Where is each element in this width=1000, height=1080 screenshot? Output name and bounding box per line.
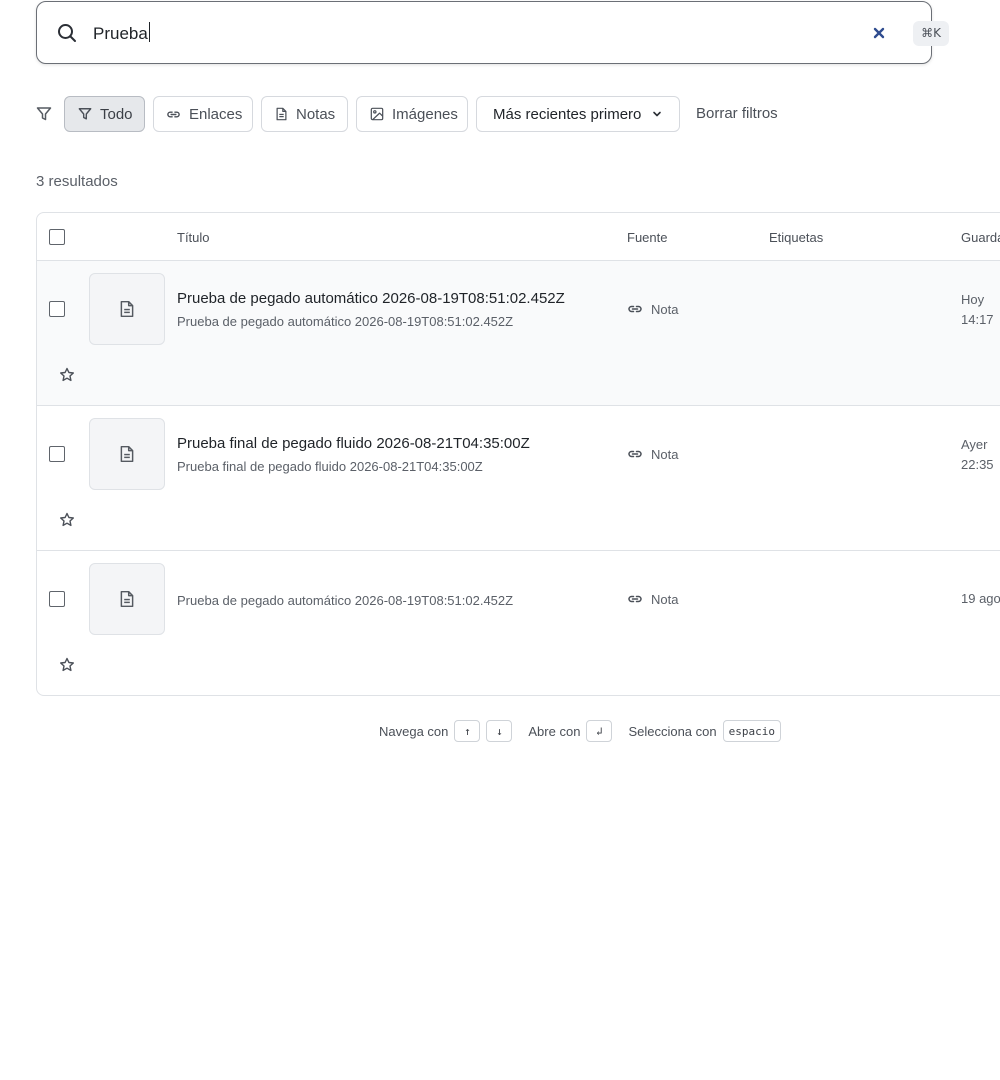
row-saved-date: 19 ago bbox=[961, 589, 1000, 609]
chevron-down-icon bbox=[651, 108, 663, 120]
note-icon bbox=[275, 107, 288, 121]
shortcut-hint: ⌘K bbox=[913, 21, 949, 46]
link-icon bbox=[627, 301, 643, 317]
sort-dropdown[interactable]: Más recientes primero bbox=[476, 96, 680, 132]
star-icon[interactable] bbox=[59, 512, 75, 528]
space-key: espacio bbox=[722, 720, 781, 742]
filter-icon bbox=[36, 106, 52, 122]
keyboard-hints: Navega con ↑ ↓ Abre con ↲ Selecciona con… bbox=[379, 720, 781, 742]
table-header: Título Fuente Etiquetas Guarda bbox=[37, 213, 1000, 261]
hint-select-label: Selecciona con bbox=[628, 723, 717, 739]
results-table: Título Fuente Etiquetas Guarda Prueba de… bbox=[36, 212, 1000, 696]
column-header-saved[interactable]: Guarda bbox=[961, 230, 1000, 245]
close-icon[interactable] bbox=[871, 25, 887, 41]
search-icon bbox=[57, 23, 77, 43]
row-saved-date: Hoy 14:17 bbox=[961, 290, 994, 330]
note-thumbnail bbox=[89, 273, 165, 345]
row-title[interactable]: Prueba final de pegado fluido 2026-08-21… bbox=[177, 435, 530, 452]
arrow-down-key: ↓ bbox=[486, 720, 513, 742]
note-icon bbox=[119, 445, 135, 463]
search-input-value: Prueba bbox=[93, 24, 148, 43]
row-source: Nota bbox=[627, 591, 678, 607]
row-saved-date: Ayer 22:35 bbox=[961, 435, 994, 475]
row-source-label: Nota bbox=[651, 446, 679, 462]
filter-chip-label: Enlaces bbox=[189, 105, 243, 123]
hint-navigate-label: Navega con bbox=[379, 723, 449, 739]
text-caret bbox=[148, 22, 150, 42]
hint-open-label: Abre con bbox=[528, 723, 581, 739]
row-subtitle: Prueba de pegado automático 2026-08-19T0… bbox=[177, 593, 514, 608]
row-subtitle: Prueba de pegado automático 2026-08-19T0… bbox=[177, 314, 514, 329]
search-bar[interactable]: Prueba ⌘K bbox=[36, 1, 949, 64]
note-icon bbox=[119, 300, 135, 318]
link-icon bbox=[627, 446, 643, 462]
note-icon bbox=[119, 590, 135, 608]
link-icon bbox=[627, 591, 643, 607]
star-icon[interactable] bbox=[59, 657, 75, 673]
table-row[interactable]: Prueba de pegado automático 2026-08-19T0… bbox=[37, 261, 1000, 406]
row-checkbox[interactable] bbox=[49, 301, 65, 317]
column-header-title[interactable]: Título bbox=[177, 230, 210, 245]
star-icon[interactable] bbox=[59, 367, 75, 383]
saved-day: 19 ago bbox=[961, 591, 1000, 606]
row-checkbox[interactable] bbox=[49, 591, 65, 607]
row-title[interactable]: Prueba de pegado automático 2026-08-19T0… bbox=[177, 290, 565, 307]
clear-filters-button[interactable]: Borrar filtros bbox=[696, 96, 778, 132]
filter-chip-label: Todo bbox=[100, 105, 133, 123]
column-header-source[interactable]: Fuente bbox=[627, 230, 667, 245]
row-source-label: Nota bbox=[651, 591, 679, 607]
column-header-tags[interactable]: Etiquetas bbox=[769, 230, 823, 245]
note-thumbnail bbox=[89, 418, 165, 490]
link-icon bbox=[166, 107, 181, 122]
table-row[interactable]: Prueba de pegado automático 2026-08-19T0… bbox=[37, 551, 1000, 695]
filter-icon bbox=[78, 107, 92, 121]
table-row[interactable]: Prueba final de pegado fluido 2026-08-21… bbox=[37, 406, 1000, 551]
filter-chip-images[interactable]: Imágenes bbox=[356, 96, 468, 132]
filter-chip-label: Notas bbox=[296, 105, 336, 123]
note-thumbnail bbox=[89, 563, 165, 635]
row-checkbox[interactable] bbox=[49, 446, 65, 462]
saved-time: 14:17 bbox=[961, 312, 994, 327]
filter-chip-links[interactable]: Enlaces bbox=[153, 96, 253, 132]
saved-day: Ayer bbox=[961, 437, 988, 452]
results-count: 3 resultados bbox=[36, 173, 118, 190]
sort-label: Más recientes primero bbox=[493, 105, 642, 123]
arrow-up-key: ↑ bbox=[454, 720, 481, 742]
select-all-checkbox[interactable] bbox=[49, 229, 65, 245]
filter-chip-notes[interactable]: Notas bbox=[261, 96, 348, 132]
row-source: Nota bbox=[627, 301, 678, 317]
row-source-label: Nota bbox=[651, 301, 679, 317]
enter-key: ↲ bbox=[586, 720, 613, 742]
saved-day: Hoy bbox=[961, 292, 985, 307]
filter-chip-all[interactable]: Todo bbox=[64, 96, 145, 132]
search-input[interactable]: Prueba bbox=[93, 22, 793, 46]
filter-chip-label: Imágenes bbox=[392, 105, 458, 123]
filter-bar: Todo Enlaces Notas Imágenes Más reciente… bbox=[36, 96, 1000, 132]
row-source: Nota bbox=[627, 446, 678, 462]
image-icon bbox=[370, 107, 384, 121]
saved-time: 22:35 bbox=[961, 457, 994, 472]
row-subtitle: Prueba final de pegado fluido 2026-08-21… bbox=[177, 459, 483, 474]
